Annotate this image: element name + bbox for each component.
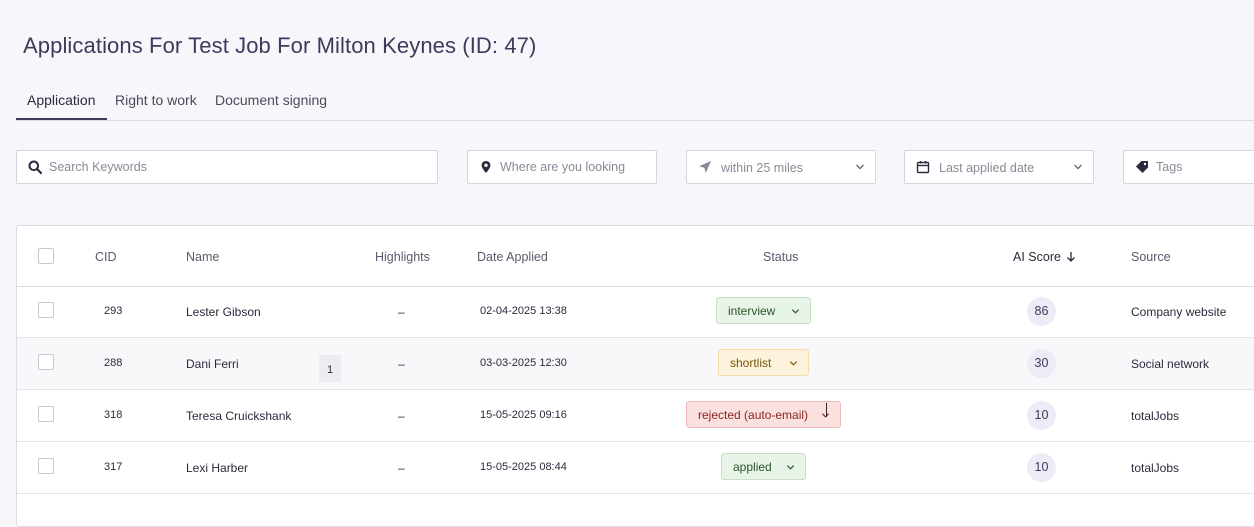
row-checkbox[interactable] [38, 458, 54, 474]
highlights-cell: – [398, 409, 405, 423]
tab-right-to-work[interactable]: Right to work [104, 86, 208, 119]
radius-value: within 25 miles [721, 161, 803, 175]
cid-cell: 317 [104, 461, 123, 473]
search-icon [28, 160, 42, 174]
tag-icon [1136, 161, 1148, 173]
table-row[interactable]: 293 Lester Gibson – 02-04-2025 13:38 int… [17, 286, 1254, 338]
table-header: CID Name Highlights Date Applied Status … [17, 226, 1254, 287]
status-label: applied [733, 460, 772, 474]
table-row[interactable]: 318 Teresa Cruickshank – 15-05-2025 09:1… [17, 390, 1254, 442]
ai-score-badge: 86 [1027, 297, 1056, 326]
chevron-down-icon [856, 164, 864, 170]
page-title: Applications For Test Job For Milton Key… [23, 33, 537, 58]
column-header-date-applied[interactable]: Date Applied [477, 250, 548, 264]
location-filter[interactable] [467, 150, 657, 184]
row-checkbox[interactable] [38, 354, 54, 370]
date-value: Last applied date [939, 161, 1035, 175]
sort-down-arrow-icon [1067, 252, 1076, 262]
column-header-source[interactable]: Source [1131, 250, 1171, 264]
highlights-cell: – [398, 305, 405, 319]
select-all-checkbox[interactable] [38, 248, 54, 264]
tab-application[interactable]: Application [16, 86, 107, 120]
highlights-cell: – [398, 461, 405, 475]
table-row[interactable]: 288 Dani Ferri 1 – 03-03-2025 12:30 shor… [17, 338, 1254, 390]
location-input[interactable] [500, 157, 628, 177]
column-header-cid[interactable]: CID [95, 250, 117, 264]
calendar-icon [916, 161, 930, 174]
tags-input[interactable] [1156, 157, 1234, 177]
name-cell[interactable]: Dani Ferri [186, 357, 239, 371]
name-cell[interactable]: Lexi Harber [186, 461, 248, 475]
map-pin-icon [481, 161, 491, 173]
date-cell: 15-05-2025 08:44 [480, 461, 567, 473]
ai-score-badge: 30 [1027, 349, 1056, 378]
source-cell: totalJobs [1131, 409, 1180, 423]
row-checkbox[interactable] [38, 406, 54, 422]
column-header-highlights[interactable]: Highlights [375, 250, 430, 264]
highlights-cell: – [398, 357, 405, 371]
table-row[interactable]: 317 Lexi Harber – 15-05-2025 08:44 appli… [17, 442, 1254, 494]
column-header-ai-score[interactable]: AI Score [1013, 250, 1076, 264]
status-label: rejected (auto-email) [698, 408, 809, 422]
ai-score-badge: 10 [1027, 401, 1056, 430]
status-dropdown[interactable]: interview [716, 297, 811, 324]
tab-bar: Application Right to work Document signi… [16, 86, 1254, 121]
date-cell: 15-05-2025 09:16 [480, 409, 567, 421]
count-badge[interactable]: 1 [319, 355, 341, 382]
cid-cell: 318 [104, 409, 123, 421]
text-cursor [826, 403, 827, 417]
radius-select[interactable]: within 25 miles [686, 150, 876, 184]
status-label: interview [728, 304, 776, 318]
source-cell: totalJobs [1131, 461, 1180, 475]
chevron-down-icon [789, 361, 798, 366]
name-cell[interactable]: Lester Gibson [186, 305, 261, 319]
status-label: shortlist [730, 356, 772, 370]
status-dropdown[interactable]: rejected (auto-email) [686, 401, 841, 428]
date-cell: 03-03-2025 12:30 [480, 357, 567, 369]
chevron-down-icon [786, 465, 795, 470]
source-cell: Social network [1131, 357, 1210, 371]
source-cell: Company website [1131, 305, 1227, 319]
search-input[interactable] [49, 157, 409, 177]
chevron-down-icon [1074, 164, 1082, 170]
name-cell[interactable]: Teresa Cruickshank [186, 409, 291, 423]
cid-cell: 288 [104, 357, 123, 369]
ai-score-badge: 10 [1027, 453, 1056, 482]
ai-score-label: AI Score [1013, 250, 1061, 264]
date-cell: 02-04-2025 13:38 [480, 305, 567, 317]
column-header-name[interactable]: Name [186, 250, 219, 264]
status-dropdown[interactable]: applied [721, 453, 806, 480]
tags-filter[interactable] [1123, 150, 1254, 184]
navigation-arrow-icon [699, 161, 711, 173]
row-checkbox[interactable] [38, 302, 54, 318]
date-select[interactable]: Last applied date [904, 150, 1094, 184]
applications-table: CID Name Highlights Date Applied Status … [16, 225, 1254, 527]
tab-document-signing[interactable]: Document signing [204, 86, 338, 119]
column-header-status[interactable]: Status [763, 250, 798, 264]
search-filter[interactable] [16, 150, 438, 184]
status-dropdown[interactable]: shortlist [718, 349, 809, 376]
cid-cell: 293 [104, 305, 123, 317]
chevron-down-icon [791, 309, 800, 314]
